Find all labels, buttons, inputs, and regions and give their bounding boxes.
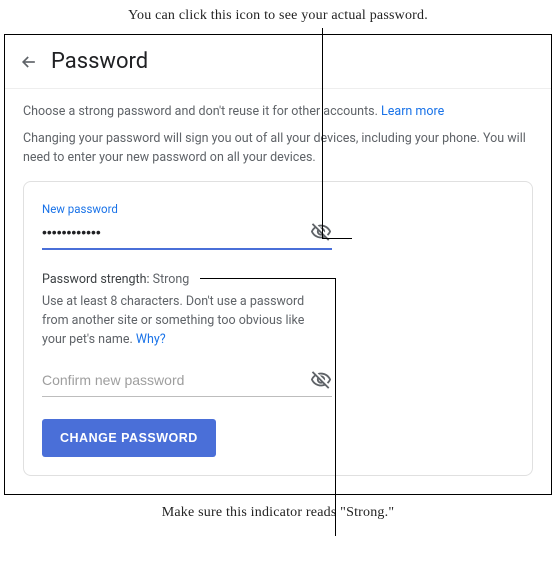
visibility-off-icon[interactable] [310,369,332,391]
back-arrow-icon[interactable] [19,52,39,72]
confirm-password-input[interactable] [42,368,310,392]
confirm-password-input-row [42,368,332,397]
why-link[interactable]: Why? [136,332,166,347]
callout-bottom-text: Make sure this indicator reads "Strong." [0,495,556,521]
new-password-field: New password [42,202,514,250]
new-password-input-row [42,220,332,250]
callout-line [322,28,323,238]
password-settings-window: Password Choose a strong password and do… [4,34,552,495]
page-title: Password [51,49,148,74]
strength-prefix: Password strength: [42,272,153,287]
callout-line [335,278,336,536]
change-password-button[interactable]: CHANGE PASSWORD [42,419,216,457]
instruction-line-1: Choose a strong password and don't reuse… [23,103,533,122]
new-password-input[interactable] [42,220,310,244]
content-area: Choose a strong password and don't reuse… [5,89,551,494]
strength-indicator: Password strength: Strong [42,272,514,287]
callout-line [322,238,352,239]
titlebar: Password [5,35,551,89]
guidance-text: Use at least 8 characters. Don't use a p… [42,294,304,347]
instruction-line-2: Changing your password will sign you out… [23,130,533,168]
strength-value: Strong [153,272,190,287]
callout-line [200,278,336,279]
password-guidance: Use at least 8 characters. Don't use a p… [42,293,322,349]
visibility-off-icon[interactable] [310,221,332,243]
new-password-label: New password [42,202,514,216]
password-card: New password Password strength: Strong U… [23,181,533,475]
instruction-text-1: Choose a strong password and don't reuse… [23,104,381,119]
confirm-password-field [42,368,514,397]
learn-more-link[interactable]: Learn more [381,104,444,119]
callout-top-text: You can click this icon to see your actu… [0,0,556,34]
